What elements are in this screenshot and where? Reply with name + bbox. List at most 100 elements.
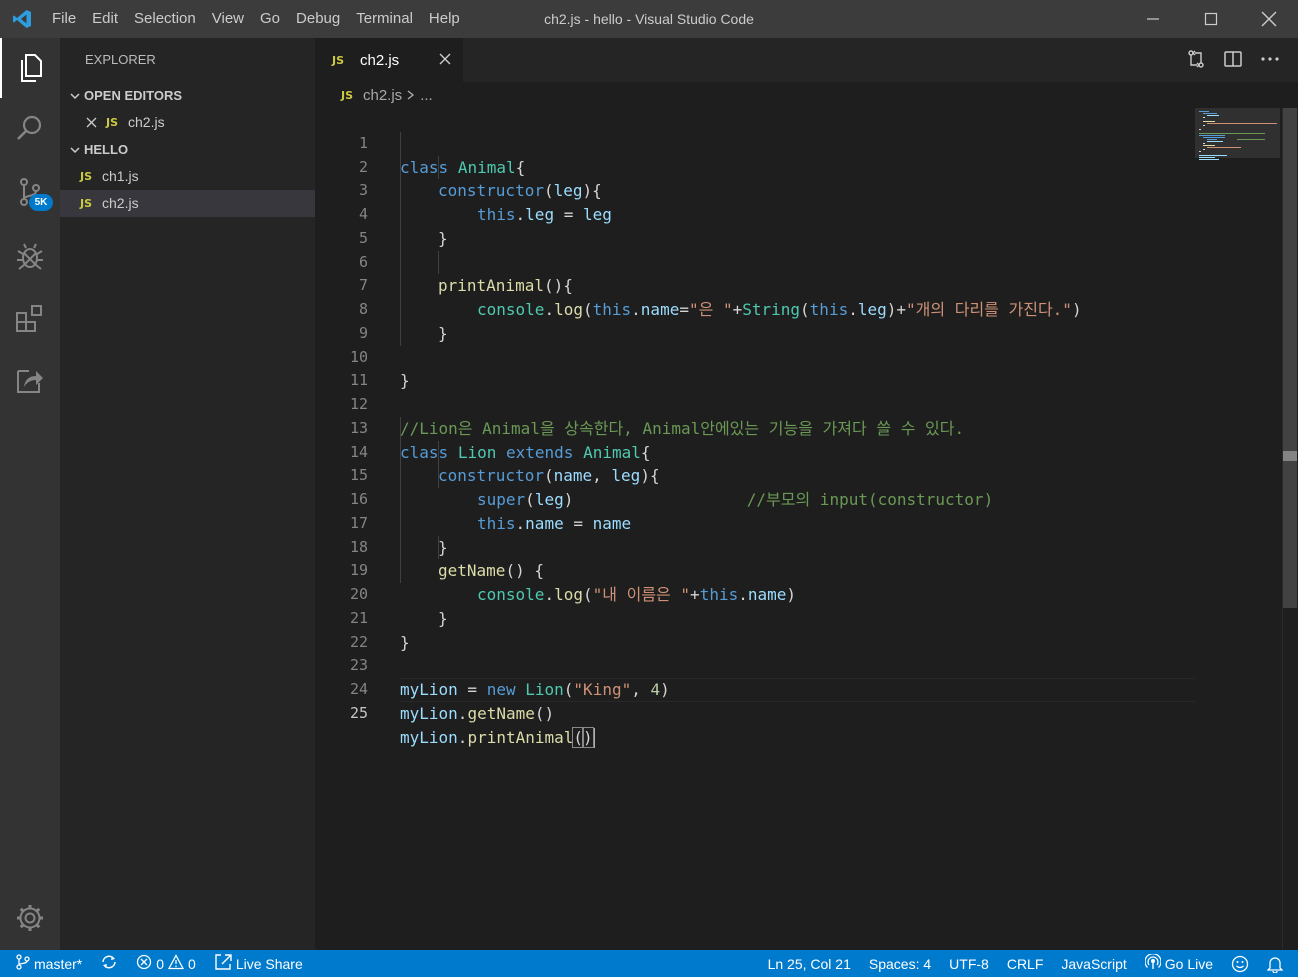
- token: console: [477, 300, 545, 319]
- token: )+: [886, 300, 907, 319]
- menu-edit[interactable]: Edit: [84, 0, 126, 38]
- language-mode[interactable]: JavaScript: [1052, 950, 1135, 977]
- open-editor-item[interactable]: JS ch2.js: [60, 109, 315, 136]
- minimize-button[interactable]: [1124, 0, 1182, 38]
- open-editors-header[interactable]: OPEN EDITORS: [60, 82, 315, 109]
- code-line-19: 19 console.log("내 이름은 "+this.name): [315, 536, 796, 604]
- line-code: this.name = name: [477, 512, 631, 536]
- vertical-scrollbar[interactable]: [1282, 108, 1297, 950]
- token: new: [486, 680, 516, 699]
- token: =: [457, 680, 487, 699]
- more-actions-icon[interactable]: [1260, 49, 1280, 72]
- menu-debug[interactable]: Debug: [288, 0, 348, 38]
- token: .: [544, 300, 555, 319]
- source-control-icon[interactable]: 5K: [0, 162, 60, 222]
- js-file-icon: JS: [80, 197, 93, 210]
- token: }: [400, 371, 410, 391]
- breadcrumb-more[interactable]: ...: [420, 87, 433, 104]
- code-line-24: 24 myLion.getName(): [315, 654, 554, 723]
- branch-name: master*: [34, 955, 83, 972]
- token: ,: [592, 466, 612, 486]
- warning-count: 0: [188, 955, 196, 972]
- tab-label: ch2.js: [360, 51, 400, 69]
- problems-indicator[interactable]: 0 0: [127, 950, 205, 977]
- tab-ch2-js[interactable]: JS ch2.js: [315, 38, 463, 82]
- token: this: [477, 513, 516, 533]
- file-name: ch1.js: [102, 168, 139, 184]
- code-editor[interactable]: 1 class Animal{ 2 constructor(leg){ 3 th…: [315, 108, 1198, 950]
- go-live-label: Go Live: [1164, 955, 1213, 972]
- notifications-bell-icon[interactable]: [1258, 950, 1292, 977]
- code-line-5: 5: [315, 203, 368, 247]
- token: (: [572, 726, 585, 748]
- menu-view[interactable]: View: [204, 0, 252, 38]
- menu-terminal[interactable]: Terminal: [348, 0, 421, 38]
- code-line-13: 13 class Lion extends Animal{: [315, 393, 651, 462]
- file-item-ch1[interactable]: JS ch1.js: [60, 163, 315, 190]
- token: .: [457, 703, 468, 723]
- sidebar-title: EXPLORER: [85, 52, 156, 67]
- tab-close-icon[interactable]: [437, 51, 453, 70]
- file-name: ch2.js: [102, 195, 139, 211]
- file-item-ch2[interactable]: JS ch2.js: [60, 190, 315, 217]
- token: log: [554, 300, 583, 319]
- live-share-arrow-icon: [214, 954, 232, 973]
- code-line-17: 17 }: [315, 488, 448, 557]
- settings-gear-icon[interactable]: [0, 888, 60, 948]
- cursor-position[interactable]: Ln 25, Col 21: [759, 950, 860, 977]
- token: Animal: [583, 442, 641, 462]
- extensions-icon[interactable]: [0, 288, 60, 348]
- menu-go[interactable]: Go: [252, 0, 288, 38]
- token: .: [848, 300, 858, 319]
- explorer-icon[interactable]: [0, 38, 60, 98]
- indentation[interactable]: Spaces: 4: [860, 950, 940, 977]
- open-editor-name: ch2.js: [128, 114, 165, 130]
- sync-icon: [100, 954, 118, 973]
- line-code: }: [438, 322, 448, 346]
- token: .: [738, 585, 748, 604]
- folder-hello-header[interactable]: HELLO: [60, 136, 315, 163]
- live-share-status[interactable]: Live Share: [205, 950, 312, 977]
- token: leg: [857, 300, 887, 319]
- token: class: [400, 442, 449, 462]
- debug-icon[interactable]: [0, 226, 60, 286]
- menu-selection[interactable]: Selection: [126, 0, 204, 38]
- line-code: myLion.getName(): [400, 702, 554, 726]
- token: class: [400, 157, 449, 177]
- encoding[interactable]: UTF-8: [940, 950, 998, 977]
- token: constructor: [438, 466, 544, 486]
- close-icon[interactable]: [86, 117, 106, 128]
- token: String: [742, 300, 801, 319]
- token: //Lion은 Animal을 상속한다, Animal안에있는 기능을 가져다…: [400, 418, 965, 438]
- menu-help[interactable]: Help: [421, 0, 468, 38]
- token: console: [477, 585, 545, 604]
- token: (: [563, 680, 574, 699]
- scrollbar-thumb[interactable]: [1283, 108, 1297, 608]
- token: leg: [553, 181, 583, 201]
- minimap[interactable]: [1195, 108, 1280, 950]
- search-icon[interactable]: [0, 98, 60, 158]
- maximize-button[interactable]: [1182, 0, 1240, 38]
- token: this: [477, 205, 516, 224]
- line-code: getName() {: [438, 559, 544, 583]
- branch-indicator[interactable]: master*: [0, 950, 91, 977]
- split-editor-icon[interactable]: [1223, 49, 1243, 72]
- sync-button[interactable]: [91, 950, 127, 977]
- line-code: printAnimal(){: [438, 274, 573, 298]
- token: Animal: [457, 157, 516, 177]
- close-window-button[interactable]: [1240, 0, 1298, 38]
- feedback-smiley-icon[interactable]: [1222, 950, 1258, 977]
- end-of-line[interactable]: CRLF: [998, 950, 1053, 977]
- live-share-label: Live Share: [235, 955, 303, 972]
- token: .: [544, 585, 555, 604]
- live-share-icon[interactable]: [0, 350, 60, 410]
- open-changes-icon[interactable]: [1186, 49, 1206, 72]
- code-line-6: 6 printAnimal(){: [315, 227, 573, 296]
- go-live-button[interactable]: Go Live: [1136, 950, 1222, 977]
- breadcrumb-file[interactable]: ch2.js: [363, 87, 402, 104]
- code-line-4: 4 }: [315, 179, 448, 248]
- code-line-3: 3 this.leg = leg: [315, 156, 612, 224]
- token: =: [563, 513, 593, 533]
- menu-file[interactable]: File: [44, 0, 84, 38]
